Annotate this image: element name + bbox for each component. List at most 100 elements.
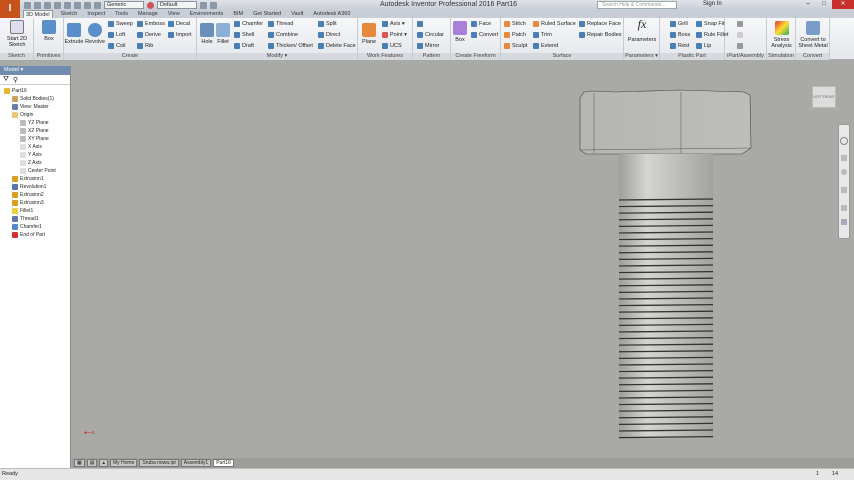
sweep-button[interactable]: Sweep [108,21,133,27]
point-button[interactable]: Point ▾ [382,32,407,38]
view-face-icon[interactable] [841,219,847,225]
start-sketch-button[interactable]: Start 2D Sketch [3,20,31,48]
patch-button[interactable]: Patch [504,32,526,38]
sign-in-button[interactable]: Sign In [703,1,722,7]
pan-icon[interactable] [841,155,847,161]
browser-node[interactable]: XZ Plane [0,127,70,135]
circular-button[interactable]: Circular [417,32,444,38]
undo-icon[interactable] [54,1,61,9]
revolve-button[interactable]: Revolve [84,23,106,45]
cascade-icon[interactable]: ▤ [86,459,98,467]
tab-list-icon[interactable]: ▴ [99,459,108,467]
browser-header[interactable]: Model ▾ [0,66,70,75]
thread-button[interactable]: Thread [268,21,293,27]
save-icon[interactable] [44,1,51,9]
sculpt-button[interactable]: Sculpt [504,43,527,49]
graphics-viewport[interactable]: ●—x [72,60,854,458]
browser-node[interactable]: X Axis [0,143,70,151]
look-at-icon[interactable] [841,205,847,211]
ruled-surface-button[interactable]: Ruled Surface [533,21,576,27]
tab-tools[interactable]: Tools [113,10,130,18]
plane-button[interactable]: Plane [360,23,378,45]
import-button[interactable]: Import [168,32,192,38]
rib-button[interactable]: Rib [137,43,153,49]
find-icon[interactable]: ⚲ [13,76,18,84]
emboss-button[interactable]: Emboss [137,21,165,27]
tab-manage[interactable]: Manage [136,10,160,18]
browser-node[interactable]: Y Axis [0,151,70,159]
doc-tab-sruba[interactable]: Sruba nowa.ipt [139,459,179,467]
combine-button[interactable]: Combine [268,32,298,38]
browser-node[interactable]: Fillet1 [0,207,70,215]
group-label[interactable]: Parameters ▾ [624,53,659,60]
browser-node[interactable]: Extrusion2 [0,191,70,199]
steering-wheel-icon[interactable] [840,137,848,145]
open-icon[interactable] [34,1,41,9]
close-button[interactable]: ✕ [832,0,854,9]
shell-button[interactable]: Shell [234,32,254,38]
thicken-offset-button[interactable]: Thicken/ Offset [268,43,313,49]
rectangular-pattern-button[interactable] [417,21,423,27]
color-icon[interactable] [147,1,154,9]
browser-node[interactable]: Chamfer1 [0,223,70,231]
appearance-icon[interactable] [200,1,207,9]
viewcube-front[interactable]: FRONT [823,95,835,99]
maximize-button[interactable]: □ [816,0,832,9]
redo-icon[interactable] [64,1,71,9]
material-dropdown[interactable]: Generic [104,1,144,9]
snap-fit-button[interactable]: Snap Fit [696,21,724,27]
extrude-button[interactable]: Extrude [64,23,84,45]
tab-inspect[interactable]: Inspect [85,10,107,18]
browser-node[interactable]: Extrusion1 [0,175,70,183]
browser-node[interactable]: Z Axis [0,159,70,167]
decal-button[interactable]: Decal [168,21,190,27]
update-icon[interactable] [84,1,91,9]
repair-bodies-button[interactable]: Repair Bodies [579,32,622,38]
extend-button[interactable]: Extend [533,43,558,49]
browser-node[interactable]: Revolution1 [0,183,70,191]
browser-node[interactable]: XY Plane [0,135,70,143]
new-icon[interactable] [24,1,31,9]
browser-node[interactable]: Thread1 [0,215,70,223]
browser-node[interactable]: Part16 [0,87,70,95]
draft-button[interactable]: Draft [234,43,254,49]
ipart-disabled-button[interactable] [737,32,743,38]
tab-get-started[interactable]: Get Started [251,10,283,18]
appearance-dropdown[interactable]: Default [157,1,197,9]
box-button[interactable]: Box [40,20,58,42]
face-button[interactable]: Face [471,21,491,27]
replace-face-button[interactable]: Replace Face [579,21,621,27]
navigation-bar[interactable] [838,124,850,239]
lip-button[interactable]: Lip [696,43,711,49]
chamfer-button[interactable]: Chamfer [234,21,263,27]
tile-icon[interactable]: ▦ [74,459,85,467]
freeform-box-button[interactable]: Box [452,21,468,43]
doc-tab-assembly1[interactable]: Assembly1 [180,459,212,467]
split-button[interactable]: Split [318,21,337,27]
select-icon[interactable] [94,1,101,9]
axis-button[interactable]: Axis ▾ [382,21,405,27]
browser-node[interactable]: YZ Plane [0,119,70,127]
zoom-icon[interactable] [841,169,847,175]
viewcube[interactable]: LEFT FRONT [812,86,836,108]
stress-analysis-button[interactable]: Stress Analysis [768,21,795,49]
tab-vault[interactable]: Vault [289,10,305,18]
search-input[interactable]: Search Help & Commands... [597,1,677,9]
tab-view[interactable]: View [166,10,182,18]
orbit-icon[interactable] [841,187,847,193]
fx-icon[interactable] [210,1,217,9]
minimize-button[interactable]: – [800,0,816,9]
delete-face-button[interactable]: Delete Face [318,43,356,49]
ucs-button[interactable]: UCS [382,43,402,49]
browser-node[interactable]: Origin [0,111,70,119]
tab-a360[interactable]: Autodesk A360 [311,10,352,18]
tab-environments[interactable]: Environments [188,10,226,18]
derive-button[interactable]: Derive [137,32,161,38]
tab-sketch[interactable]: Sketch [59,10,80,18]
ipart-menu-button[interactable] [737,43,743,49]
stitch-button[interactable]: Stitch [504,21,526,27]
application-menu-button[interactable]: I [0,0,20,18]
home-icon[interactable] [74,1,81,9]
doc-tab-part16[interactable]: Part16 [213,459,234,467]
create-ipart-button[interactable] [737,21,743,27]
